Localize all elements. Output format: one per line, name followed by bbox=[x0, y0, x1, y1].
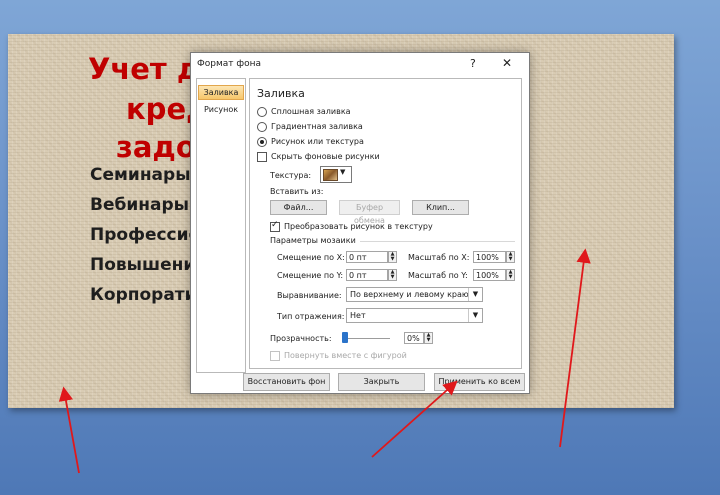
arrow-slide-bottom-left bbox=[58, 386, 80, 474]
annotation-arrows bbox=[58, 248, 591, 474]
arrow-apply-to-all bbox=[371, 380, 458, 458]
arrow-slide-right bbox=[559, 248, 591, 448]
